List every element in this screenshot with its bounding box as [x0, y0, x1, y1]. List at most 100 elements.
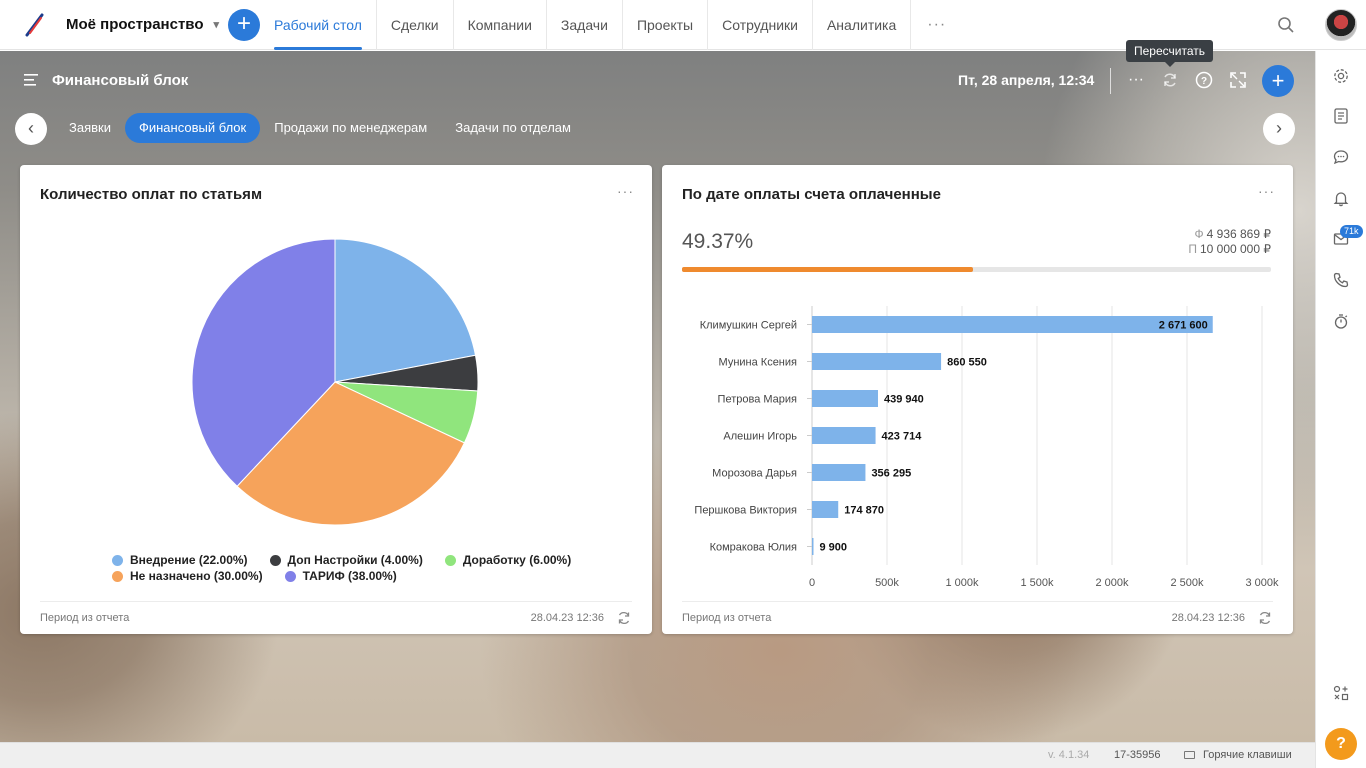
plan-label: П — [1188, 242, 1197, 256]
current-date: Пт, 28 апреля, 12:34 — [958, 72, 1095, 88]
main-nav: Рабочий стол Сделки Компании Задачи Прое… — [260, 0, 962, 50]
dashboard-more-icon[interactable]: ··· — [1126, 70, 1146, 90]
search-icon[interactable] — [1276, 15, 1296, 35]
tab-requests[interactable]: Заявки — [55, 113, 125, 143]
nav-more-button[interactable]: ··· — [911, 0, 962, 50]
x-tick-label: 1 000k — [945, 577, 979, 589]
x-tick-label: 1 500k — [1020, 577, 1054, 589]
timer-icon[interactable] — [1332, 312, 1350, 330]
fullscreen-icon[interactable] — [1228, 70, 1248, 90]
bar-chart-widget: По дате оплаты счета оплаченные ··· 49.3… — [662, 165, 1293, 634]
add-widget-button[interactable]: + — [1262, 65, 1294, 97]
bar[interactable] — [812, 538, 814, 555]
phone-icon[interactable] — [1332, 271, 1350, 289]
legend-item[interactable]: Доработку (6.00%) — [444, 553, 572, 567]
create-button[interactable]: + — [228, 9, 260, 41]
plan-value: 10 000 000 ₽ — [1199, 242, 1271, 256]
y-category-label: Комракова Юлия — [710, 542, 797, 554]
tabs-next-button[interactable]: › — [1263, 113, 1295, 145]
bar[interactable] — [812, 390, 878, 407]
bar[interactable] — [812, 464, 866, 481]
legend-dot — [112, 570, 123, 582]
apps-shapes-icon[interactable] — [1332, 684, 1350, 702]
plan-completion-percent: 49.37% — [682, 230, 754, 253]
y-category-label: Алешин Игорь — [723, 431, 797, 443]
plan-progress-fill — [682, 267, 973, 272]
header-divider — [1110, 68, 1111, 94]
pie-chart — [191, 238, 479, 526]
y-category-label: Мунина Ксения — [719, 357, 797, 369]
widget-footer: Период из отчета 28.04.23 12:36 — [40, 601, 632, 625]
x-tick-label: 2 000k — [1095, 577, 1129, 589]
help-circle-icon[interactable]: ? — [1194, 70, 1214, 90]
bar[interactable] — [812, 427, 876, 444]
legend-item[interactable]: ТАРИФ (38.00%) — [284, 569, 397, 583]
status-footer: v. 4.1.34 17-35956 Горячие клавиши — [0, 742, 1315, 768]
workspace-switcher[interactable]: Моё пространство ▾ — [66, 16, 219, 33]
bar-value-label: 9 900 — [819, 542, 847, 554]
x-tick-label: 500k — [875, 577, 899, 589]
fact-label: Ф — [1194, 227, 1204, 241]
legend-label: ТАРИФ (38.00%) — [302, 569, 397, 583]
legend-item[interactable]: Доп Настройки (4.00%) — [269, 553, 423, 567]
avatar[interactable] — [1325, 9, 1357, 41]
settings-gear-icon[interactable] — [1332, 67, 1350, 85]
chevron-down-icon: ▾ — [213, 19, 220, 31]
recalculate-icon[interactable] — [1160, 70, 1180, 90]
legend-dot — [444, 554, 456, 566]
x-tick-label: 3 000k — [1245, 577, 1279, 589]
plan-progress-bar — [682, 267, 1271, 272]
notes-icon[interactable] — [1332, 107, 1350, 125]
widget-title: Количество оплат по статьям — [40, 186, 263, 203]
bar-value-label: 356 295 — [871, 468, 911, 480]
bar[interactable] — [812, 501, 839, 518]
tab-financial-block[interactable]: Финансовый блок — [124, 113, 261, 143]
legend-dot — [269, 554, 281, 566]
svg-text:?: ? — [1201, 76, 1207, 87]
tab-projects[interactable]: Проекты — [623, 0, 709, 50]
legend-item[interactable]: Внедрение (22.00%) — [112, 553, 248, 567]
fact-value: 4 936 869 ₽ — [1206, 227, 1271, 241]
build-number: 17-35956 — [1114, 749, 1161, 761]
tab-analytics[interactable]: Аналитика — [813, 0, 912, 50]
app-logo[interactable] — [22, 12, 48, 38]
bar-value-label: 439 940 — [884, 394, 924, 406]
plan-fact-values: Ф4 936 869 ₽ П 10 000 000 ₽ — [1188, 227, 1271, 257]
widget-title: По дате оплаты счета оплаченные — [682, 186, 941, 203]
help-button[interactable]: ? — [1325, 728, 1357, 760]
tab-companies[interactable]: Компании — [454, 0, 547, 50]
tab-deals[interactable]: Сделки — [377, 0, 454, 50]
hotkeys-link[interactable]: Горячие клавиши — [1184, 749, 1292, 761]
legend-label: Не назначено (30.00%) — [130, 569, 263, 583]
bar[interactable] — [812, 353, 942, 370]
recalculate-tooltip: Пересчитать — [1126, 40, 1213, 67]
tab-tasks-by-department[interactable]: Задачи по отделам — [441, 113, 585, 143]
updated-timestamp: 28.04.23 12:36 — [530, 612, 604, 624]
tab-employees[interactable]: Сотрудники — [708, 0, 813, 50]
tabs-prev-button[interactable]: ‹ — [15, 113, 47, 145]
y-category-label: Першкова Виктория — [694, 505, 797, 517]
legend-dot — [284, 570, 296, 582]
refresh-icon[interactable] — [1257, 610, 1273, 626]
pie-chart-widget: Количество оплат по статьям ··· Внедрени… — [20, 165, 652, 634]
bar[interactable] — [812, 316, 1213, 333]
keyboard-icon — [1184, 751, 1195, 759]
bar-value-label: 174 870 — [844, 505, 884, 517]
widget-more-icon[interactable]: ··· — [1258, 183, 1275, 199]
menu-icon[interactable] — [24, 73, 40, 87]
legend-item[interactable]: Не назначено (30.00%) — [112, 569, 263, 583]
tab-sales-by-manager[interactable]: Продажи по менеджерам — [260, 113, 441, 143]
app-version: v. 4.1.34 — [1048, 749, 1090, 761]
bell-icon[interactable] — [1332, 189, 1350, 207]
refresh-icon[interactable] — [616, 610, 632, 626]
bar-value-label: 2 671 600 — [1159, 320, 1208, 332]
legend-label: Внедрение (22.00%) — [130, 553, 248, 567]
legend-dot — [112, 554, 123, 566]
tab-desktop[interactable]: Рабочий стол — [260, 0, 377, 50]
widget-more-icon[interactable]: ··· — [617, 183, 634, 199]
tab-tasks[interactable]: Задачи — [547, 0, 623, 50]
bar-value-label: 860 550 — [947, 357, 987, 369]
legend-label: Доработку (6.00%) — [462, 553, 572, 567]
bar-chart: 0 500k 1 000k 1 500k 2 000k 2 500k 3 000k Климу… — [694, 306, 1279, 589]
chat-icon[interactable] — [1332, 148, 1350, 166]
